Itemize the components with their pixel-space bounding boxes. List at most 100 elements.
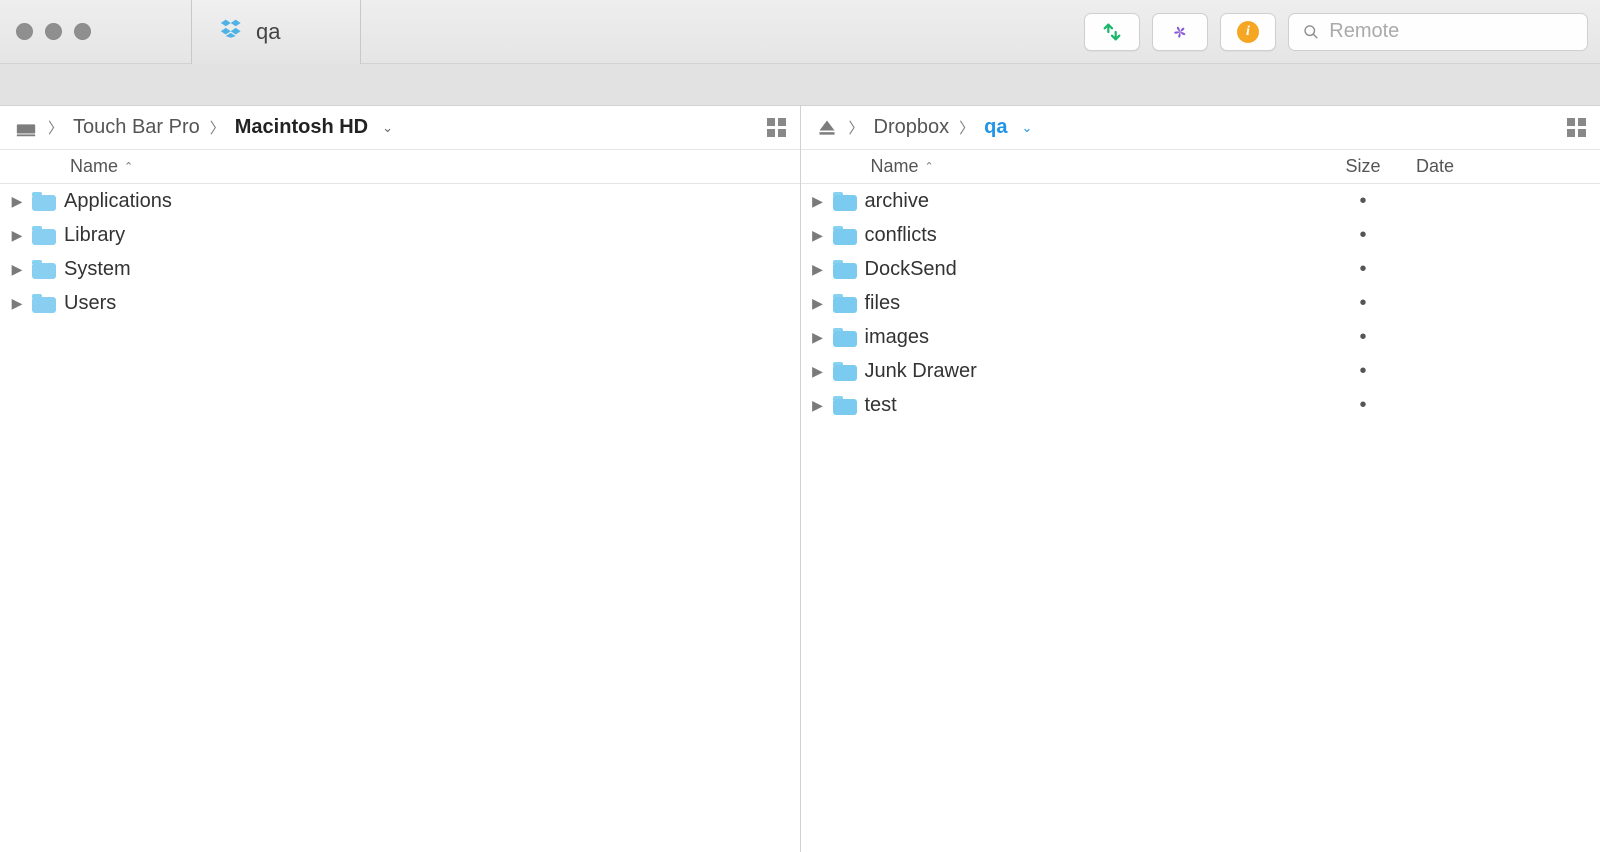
disclosure-triangle-icon[interactable]: ▶ bbox=[10, 261, 24, 278]
zoom-window-button[interactable] bbox=[74, 23, 91, 40]
column-name-label: Name bbox=[70, 156, 118, 177]
breadcrumb-item[interactable]: Dropbox bbox=[874, 116, 950, 139]
item-size: • bbox=[1318, 224, 1408, 247]
disclosure-triangle-icon[interactable]: ▶ bbox=[811, 295, 825, 312]
folder-icon bbox=[833, 191, 857, 211]
item-name: conflicts bbox=[865, 224, 1311, 247]
left-pane: 〉 Touch Bar Pro 〉 Macintosh HD ⌄ Name ⌃ … bbox=[0, 106, 801, 852]
disclosure-triangle-icon[interactable]: ▶ bbox=[811, 329, 825, 346]
search-input[interactable] bbox=[1329, 20, 1573, 43]
window-controls bbox=[0, 23, 91, 40]
right-column-header: Name ⌃ Size Date bbox=[801, 150, 1600, 184]
folder-icon bbox=[833, 259, 857, 279]
folder-icon bbox=[833, 361, 857, 381]
item-size: • bbox=[1318, 360, 1408, 383]
left-column-header: Name ⌃ bbox=[0, 150, 800, 184]
list-item[interactable]: ▶ conflicts • bbox=[801, 218, 1600, 252]
search-icon bbox=[1303, 23, 1319, 41]
item-name: archive bbox=[865, 190, 1311, 213]
disclosure-triangle-icon[interactable]: ▶ bbox=[811, 193, 825, 210]
info-icon: i bbox=[1237, 21, 1259, 43]
sub-toolbar bbox=[0, 64, 1600, 106]
list-item[interactable]: ▶ System bbox=[0, 252, 800, 286]
list-item[interactable]: ▶ images • bbox=[801, 320, 1600, 354]
right-pane: 〉 Dropbox 〉 qa ⌄ Name ⌃ Size Date ▶ arch… bbox=[801, 106, 1600, 852]
column-name-label: Name bbox=[871, 156, 919, 177]
folder-icon bbox=[833, 395, 857, 415]
view-switch-button[interactable] bbox=[767, 118, 786, 137]
titlebar-actions: i bbox=[1084, 13, 1600, 51]
drive-icon[interactable] bbox=[14, 116, 38, 140]
list-item[interactable]: ▶ DockSend • bbox=[801, 252, 1600, 286]
eject-icon[interactable] bbox=[815, 116, 839, 140]
list-item[interactable]: ▶ Applications bbox=[0, 184, 800, 218]
column-size[interactable]: Size bbox=[1318, 156, 1408, 177]
minimize-window-button[interactable] bbox=[45, 23, 62, 40]
column-name[interactable]: Name ⌃ bbox=[70, 156, 786, 177]
disclosure-triangle-icon[interactable]: ▶ bbox=[811, 397, 825, 414]
item-name: test bbox=[865, 394, 1311, 417]
folder-icon bbox=[32, 259, 56, 279]
folder-icon bbox=[833, 293, 857, 313]
item-size: • bbox=[1318, 258, 1408, 281]
chevron-right-icon: 〉 bbox=[959, 117, 974, 138]
chevron-right-icon: 〉 bbox=[48, 117, 63, 138]
list-item[interactable]: ▶ Junk Drawer • bbox=[801, 354, 1600, 388]
breadcrumb-item[interactable]: Touch Bar Pro bbox=[73, 116, 200, 139]
chevron-right-icon: 〉 bbox=[210, 117, 225, 138]
list-item[interactable]: ▶ files • bbox=[801, 286, 1600, 320]
folder-icon bbox=[833, 225, 857, 245]
right-breadcrumb: 〉 Dropbox 〉 qa ⌄ bbox=[801, 106, 1600, 150]
search-box[interactable] bbox=[1288, 13, 1588, 51]
disclosure-triangle-icon[interactable]: ▶ bbox=[811, 261, 825, 278]
main-split: 〉 Touch Bar Pro 〉 Macintosh HD ⌄ Name ⌃ … bbox=[0, 106, 1600, 852]
left-breadcrumb: 〉 Touch Bar Pro 〉 Macintosh HD ⌄ bbox=[0, 106, 800, 150]
dropbox-icon bbox=[220, 18, 242, 46]
sort-ascending-icon: ⌃ bbox=[124, 160, 133, 173]
right-file-list: ▶ archive • ▶ conflicts • ▶ DockSend • bbox=[801, 184, 1600, 852]
tab-title: qa bbox=[256, 19, 280, 45]
disclosure-triangle-icon[interactable]: ▶ bbox=[811, 227, 825, 244]
folder-icon bbox=[32, 191, 56, 211]
activity-button[interactable] bbox=[1152, 13, 1208, 51]
list-item[interactable]: ▶ Users bbox=[0, 286, 800, 320]
column-date[interactable]: Date bbox=[1416, 156, 1586, 177]
breadcrumb-item-current[interactable]: Macintosh HD bbox=[235, 116, 368, 139]
disclosure-triangle-icon[interactable]: ▶ bbox=[10, 193, 24, 210]
disclosure-triangle-icon[interactable]: ▶ bbox=[811, 363, 825, 380]
breadcrumb-item-current[interactable]: qa bbox=[984, 116, 1007, 139]
sync-button[interactable] bbox=[1084, 13, 1140, 51]
column-size-label: Size bbox=[1345, 156, 1380, 176]
sort-ascending-icon: ⌃ bbox=[925, 160, 934, 173]
view-switch-button[interactable] bbox=[1567, 118, 1586, 137]
item-size: • bbox=[1318, 326, 1408, 349]
chevron-down-icon[interactable]: ⌄ bbox=[378, 120, 393, 136]
item-name: files bbox=[865, 292, 1311, 315]
folder-icon bbox=[32, 293, 56, 313]
item-size: • bbox=[1318, 292, 1408, 315]
sync-icon bbox=[1101, 21, 1123, 43]
item-name: Applications bbox=[64, 190, 786, 213]
pinwheel-icon bbox=[1169, 21, 1191, 43]
info-button[interactable]: i bbox=[1220, 13, 1276, 51]
item-name: Library bbox=[64, 224, 786, 247]
item-name: System bbox=[64, 258, 786, 281]
item-name: Junk Drawer bbox=[865, 360, 1311, 383]
list-item[interactable]: ▶ test • bbox=[801, 388, 1600, 422]
list-item[interactable]: ▶ Library bbox=[0, 218, 800, 252]
item-size: • bbox=[1318, 394, 1408, 417]
chevron-down-icon[interactable]: ⌄ bbox=[1017, 120, 1032, 136]
item-name: Users bbox=[64, 292, 786, 315]
close-window-button[interactable] bbox=[16, 23, 33, 40]
list-item[interactable]: ▶ archive • bbox=[801, 184, 1600, 218]
disclosure-triangle-icon[interactable]: ▶ bbox=[10, 227, 24, 244]
item-name: images bbox=[865, 326, 1311, 349]
item-name: DockSend bbox=[865, 258, 1311, 281]
chevron-right-icon: 〉 bbox=[849, 117, 864, 138]
disclosure-triangle-icon[interactable]: ▶ bbox=[10, 295, 24, 312]
folder-icon bbox=[32, 225, 56, 245]
tab-qa[interactable]: qa bbox=[191, 0, 361, 64]
item-size: • bbox=[1318, 190, 1408, 213]
column-name[interactable]: Name ⌃ bbox=[871, 156, 1311, 177]
column-date-label: Date bbox=[1416, 156, 1454, 176]
